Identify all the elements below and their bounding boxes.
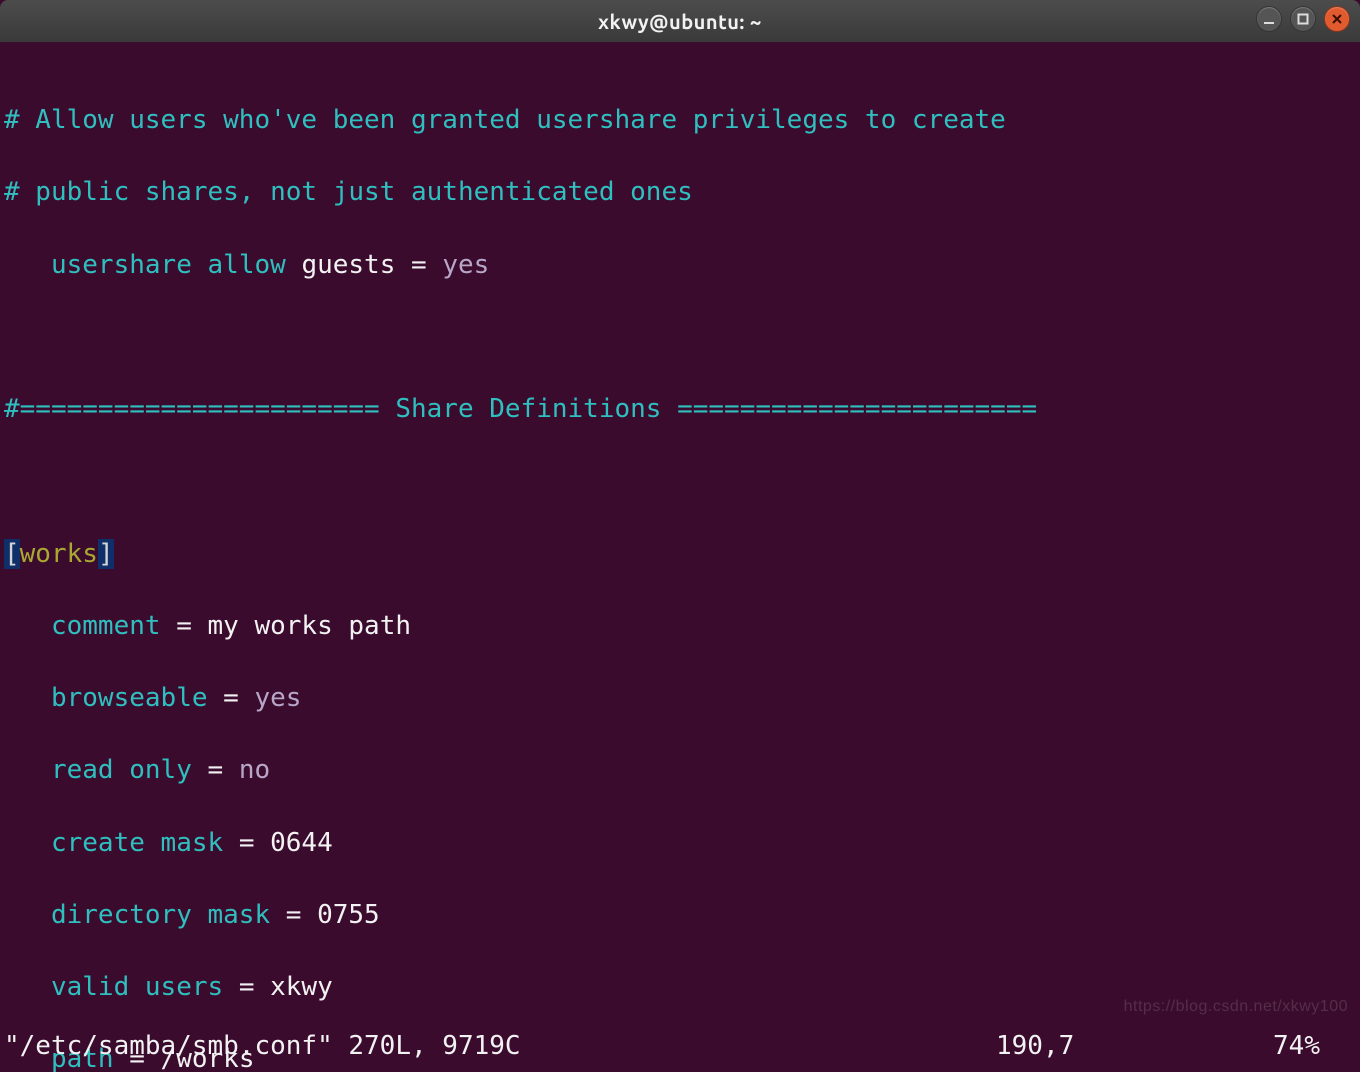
window-controls xyxy=(1256,6,1350,32)
config-value: yes xyxy=(254,683,301,713)
config-key: directory mask xyxy=(51,900,286,930)
config-key: browseable xyxy=(51,683,223,713)
config-key: valid users xyxy=(51,972,239,1002)
config-key: create mask xyxy=(51,828,239,858)
config-line: read only = no xyxy=(4,752,1356,788)
close-button[interactable] xyxy=(1324,6,1350,32)
blank-line xyxy=(4,319,1356,355)
config-line: create mask = 0644 xyxy=(4,825,1356,861)
config-key: usershare xyxy=(51,250,208,280)
section-name: works xyxy=(20,539,98,569)
status-percent: 74% xyxy=(1196,1028,1356,1064)
maximize-button[interactable] xyxy=(1290,6,1316,32)
terminal-viewport[interactable]: # Allow users who've been granted usersh… xyxy=(0,42,1360,1072)
config-line: directory mask = 0755 xyxy=(4,897,1356,933)
status-file: "/etc/samba/smb.conf" 270L, 9719C xyxy=(4,1028,996,1064)
minimize-button[interactable] xyxy=(1256,6,1282,32)
config-equals: guests = xyxy=(301,250,442,280)
vim-status-line: "/etc/samba/smb.conf" 270L, 9719C 190,7 … xyxy=(4,1028,1356,1064)
config-key: allow xyxy=(208,250,302,280)
config-key: read only xyxy=(51,755,208,785)
config-value: no xyxy=(239,755,270,785)
watermark-text: https://blog.csdn.net/xkwy100 xyxy=(1124,996,1348,1018)
comment-line: # public shares, not just authenticated … xyxy=(4,174,1356,210)
config-line: browseable = yes xyxy=(4,680,1356,716)
close-icon xyxy=(1331,13,1343,25)
status-cursor-pos: 190,7 xyxy=(996,1028,1196,1064)
config-value: = my works path xyxy=(176,611,411,641)
config-value: = 0644 xyxy=(239,828,333,858)
bracket-right: ] xyxy=(98,539,114,569)
window-titlebar: xkwy@ubuntu: ~ xyxy=(0,0,1360,42)
config-equals: = xyxy=(208,755,239,785)
config-key: comment xyxy=(51,611,176,641)
config-line: usershare allow guests = yes xyxy=(4,247,1356,283)
config-value: = 0755 xyxy=(286,900,380,930)
config-value: = xkwy xyxy=(239,972,333,1002)
config-equals: = xyxy=(223,683,254,713)
minimize-icon xyxy=(1263,13,1275,25)
bracket-left: [ xyxy=(4,539,20,569)
config-value: yes xyxy=(442,250,489,280)
section-header: #======================= Share Definitio… xyxy=(4,391,1356,427)
section-works: [works] xyxy=(4,536,1356,572)
config-line: comment = my works path xyxy=(4,608,1356,644)
comment-line: # Allow users who've been granted usersh… xyxy=(4,102,1356,138)
maximize-icon xyxy=(1297,13,1309,25)
blank-line xyxy=(4,463,1356,499)
window-title: xkwy@ubuntu: ~ xyxy=(0,10,1360,33)
